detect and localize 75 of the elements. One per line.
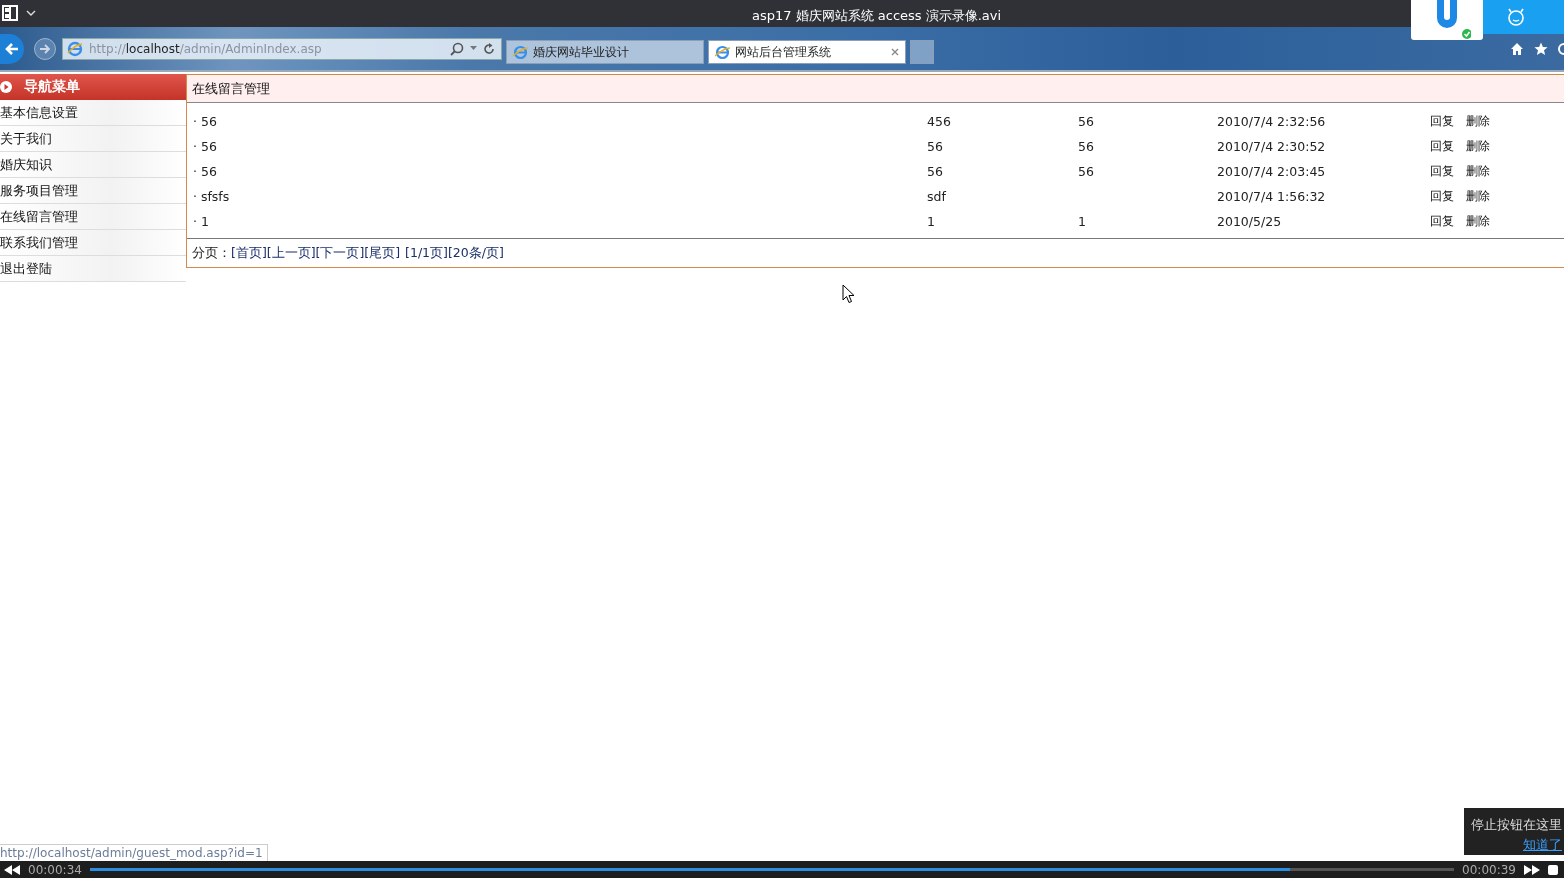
sidebar-item[interactable]: 婚庆知识: [0, 152, 186, 178]
sidebar-item[interactable]: 退出登陆: [0, 256, 186, 282]
pager-link[interactable]: [上一页]: [266, 244, 316, 262]
total-time: 00:00:39: [1462, 862, 1516, 877]
sidebar-item[interactable]: 基本信息设置: [0, 100, 186, 126]
table-cell-text: 2010/5/25: [1217, 213, 1283, 231]
refresh-icon[interactable]: [483, 42, 495, 55]
app-icon[interactable]: [1411, 0, 1483, 40]
forward-button[interactable]: [34, 37, 56, 60]
pager-label: 分页：: [192, 244, 231, 262]
reply-link[interactable]: 回复: [1430, 109, 1454, 134]
table-cell-text: · sfsfs: [193, 188, 231, 206]
pager-info: [20条/页]: [447, 244, 504, 262]
table-cell-text: · 56: [193, 113, 218, 131]
search-icon[interactable]: [450, 41, 464, 56]
table-cell-text: 56: [927, 163, 944, 181]
pager-link[interactable]: [首页]: [231, 244, 267, 262]
delete-link[interactable]: 删除: [1466, 134, 1490, 159]
table-cell-text: 456: [927, 113, 952, 131]
pager-link[interactable]: [下一页]: [315, 244, 365, 262]
sidebar-item[interactable]: 在线留言管理: [0, 204, 186, 230]
tooltip-link[interactable]: 知道了: [1523, 837, 1562, 852]
face-icon: [1507, 8, 1525, 26]
chevron-down-icon[interactable]: [26, 10, 36, 16]
table-cell-text: 56: [1078, 163, 1095, 181]
close-icon[interactable]: [891, 48, 899, 56]
reply-link[interactable]: 回复: [1430, 159, 1454, 184]
reply-link[interactable]: 回复: [1430, 134, 1454, 159]
pager-info: [1/1页]: [405, 244, 448, 262]
arrow-left-icon: [4, 40, 20, 57]
star-icon[interactable]: [1534, 41, 1548, 56]
table-cell-text: 56: [927, 138, 944, 156]
table-cell-text: 56: [1078, 113, 1095, 131]
layout-icon[interactable]: [2, 5, 18, 21]
home-icon[interactable]: [1510, 41, 1524, 56]
delete-link[interactable]: 删除: [1466, 159, 1490, 184]
table-cell-text: · 1: [193, 213, 210, 231]
browser-tab[interactable]: 婚庆网站毕业设计: [506, 40, 704, 64]
table-cell-text: 2010/7/4 2:30:52: [1217, 138, 1327, 156]
table-cell-text: 2010/7/4 2:03:45: [1217, 163, 1327, 181]
cursor-icon: [842, 284, 855, 304]
table-cell-text: sdf: [927, 188, 947, 206]
elapsed-time: 00:00:34: [28, 862, 82, 877]
back-button[interactable]: [0, 33, 24, 64]
address-bar[interactable]: http://localhost/admin/AdminIndex.asp: [62, 37, 502, 60]
table-cell-text: 56: [1078, 138, 1095, 156]
browser-icon: [715, 44, 730, 60]
arrow-right-icon: [39, 42, 51, 55]
table-cell-text: 2010/7/4 1:56:32: [1217, 188, 1327, 206]
sidebar-item[interactable]: 服务项目管理: [0, 178, 186, 204]
browser-tab[interactable]: 网站后台管理系统: [708, 40, 906, 64]
table-cell-text: · 56: [193, 163, 218, 181]
pager-link[interactable]: [尾页]: [364, 244, 401, 262]
url-text: http://localhost/admin/AdminIndex.asp: [89, 41, 323, 56]
delete-link[interactable]: 删除: [1466, 209, 1490, 234]
delete-link[interactable]: 删除: [1466, 109, 1490, 134]
delete-link[interactable]: 删除: [1466, 184, 1490, 209]
caret-icon[interactable]: [470, 46, 477, 51]
browser-icon: [513, 44, 528, 60]
table-cell-text: · 56: [193, 138, 218, 156]
table-cell-text: 2010/7/4 2:32:56: [1217, 113, 1327, 131]
browser-icon: [67, 40, 83, 57]
stop-icon[interactable]: [1548, 864, 1558, 875]
window-title: asp17 婚庆网站系统 access 演示录像.avi: [752, 8, 1002, 23]
arrow-circle-icon: [0, 81, 12, 93]
table-cell-text: 1: [1078, 213, 1087, 231]
reply-link[interactable]: 回复: [1430, 184, 1454, 209]
fast-forward-icon[interactable]: [1524, 864, 1540, 875]
reply-link[interactable]: 回复: [1430, 209, 1454, 234]
tooltip-text: 停止按钮在这里: [1470, 816, 1562, 834]
sidebar-item[interactable]: 联系我们管理: [0, 230, 186, 256]
panel-title: 在线留言管理: [187, 75, 1564, 103]
sidebar-item[interactable]: 关于我们: [0, 126, 186, 152]
table-cell-text: 1: [927, 213, 936, 231]
sidebar-title: 导航菜单: [24, 78, 80, 96]
